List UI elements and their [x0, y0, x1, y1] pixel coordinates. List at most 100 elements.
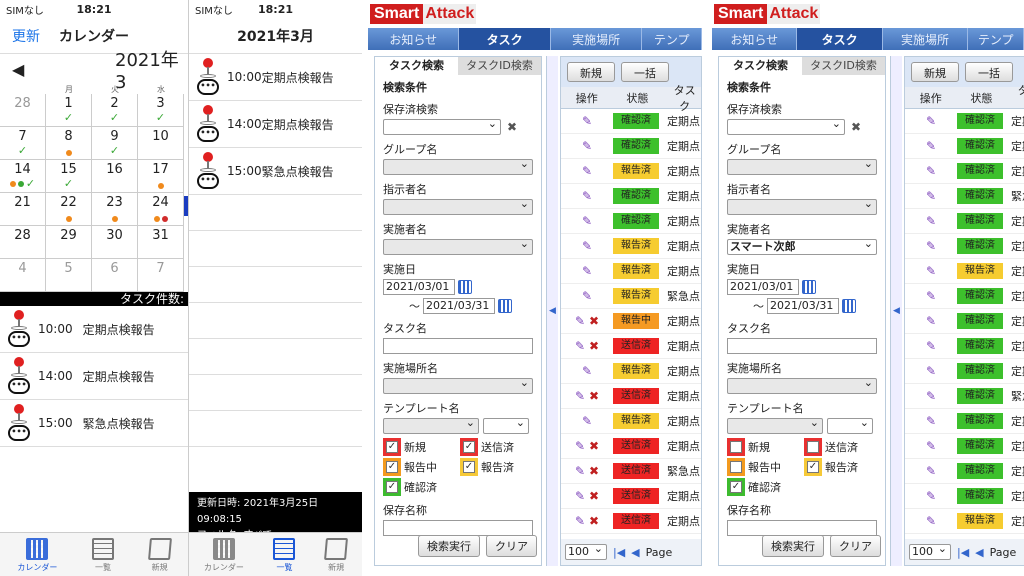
table-row[interactable]: ✎ 報告済 定期点 — [561, 409, 701, 434]
place-select[interactable] — [383, 376, 533, 394]
table-row[interactable]: ✎ 報告済 定期点 — [561, 259, 701, 284]
edit-icon[interactable]: ✎ — [582, 164, 592, 178]
status-checkbox[interactable]: ✓ 報告済 — [804, 458, 877, 476]
task-name-input[interactable] — [383, 338, 533, 354]
edit-icon[interactable]: ✎ — [582, 289, 592, 303]
status-checkbox[interactable]: ✓ 送信済 — [460, 438, 533, 456]
template-select[interactable] — [727, 416, 823, 434]
calendar-day[interactable]: 14 ✓ — [0, 160, 46, 193]
status-checkbox[interactable]: 報告中 — [727, 458, 800, 476]
edit-icon[interactable]: ✎ — [926, 389, 936, 403]
table-row[interactable]: ✎ 確認済定期 — [905, 159, 1024, 184]
tab-new[interactable]: 新規 — [324, 538, 349, 573]
first-page-icon[interactable]: |◀ — [613, 546, 625, 559]
table-row[interactable]: ✎ 確認済定期 — [905, 284, 1024, 309]
task-row[interactable]: ••• 14:00 定期点検報告 — [189, 101, 362, 148]
table-row[interactable]: ✎ 確認済緊急 — [905, 384, 1024, 409]
template-select[interactable] — [383, 416, 479, 434]
bulk-button[interactable]: 一括 — [965, 62, 1013, 82]
page-size-select[interactable]: 100 — [909, 542, 951, 560]
edit-icon[interactable]: ✎ — [926, 339, 936, 353]
edit-icon[interactable]: ✎ — [926, 464, 936, 478]
table-row[interactable]: ✎ 報告済 緊急点 — [561, 284, 701, 309]
task-row[interactable]: ••• 15:00 緊急点検報告 — [189, 148, 362, 195]
menu-task[interactable]: タスク — [797, 28, 883, 50]
table-row[interactable]: ✎ 報告済定期 — [905, 259, 1024, 284]
instructor-select[interactable] — [727, 197, 877, 215]
first-page-icon[interactable]: |◀ — [957, 546, 969, 559]
edit-icon[interactable]: ✎ — [582, 139, 592, 153]
tab-list[interactable]: 一覧 — [273, 538, 296, 573]
tab-new[interactable]: 新規 — [147, 538, 172, 573]
clear-button[interactable]: クリア — [830, 535, 881, 557]
edit-icon[interactable]: ✎ — [575, 314, 585, 328]
template-version-select[interactable] — [827, 416, 873, 434]
table-row[interactable]: ✎ 確認済 定期点 — [561, 209, 701, 234]
edit-icon[interactable]: ✎ — [926, 514, 936, 528]
edit-icon[interactable]: ✎ — [926, 114, 936, 128]
table-row[interactable]: ✎ 確認済定期 — [905, 109, 1024, 134]
saved-search-select[interactable] — [727, 117, 845, 135]
edit-icon[interactable]: ✎ — [926, 489, 936, 503]
table-row[interactable]: ✎ 確認済定期 — [905, 134, 1024, 159]
table-row[interactable]: ✎ 確認済定期 — [905, 334, 1024, 359]
status-checkbox[interactable]: 新規 — [727, 438, 800, 456]
edit-icon[interactable]: ✎ — [926, 139, 936, 153]
tab-calendar[interactable]: カレンダー — [17, 538, 57, 573]
task-row[interactable]: ••• 10:00 定期点検報告 — [0, 306, 188, 353]
bulk-button[interactable]: 一括 — [621, 62, 669, 82]
menu-notice[interactable]: お知らせ — [368, 28, 460, 50]
group-select[interactable] — [383, 157, 533, 175]
status-checkbox[interactable]: ✓ 確認済 — [383, 478, 456, 496]
calendar-day[interactable]: 22 — [46, 193, 92, 226]
executor-select[interactable] — [383, 237, 533, 255]
table-row[interactable]: ✎ ✖ 送信済 緊急点 — [561, 459, 701, 484]
calendar-day[interactable]: 23 — [92, 193, 138, 226]
delete-icon[interactable]: ✖ — [589, 389, 599, 403]
calendar-day[interactable]: 4 — [0, 259, 46, 292]
tab-id-search[interactable]: タスクID検索 — [458, 57, 541, 75]
calendar-day[interactable]: 7 — [138, 259, 184, 292]
clear-button[interactable]: クリア — [486, 535, 537, 557]
edit-icon[interactable]: ✎ — [582, 189, 592, 203]
edit-icon[interactable]: ✎ — [582, 239, 592, 253]
save-name-input[interactable] — [727, 520, 877, 536]
delete-icon[interactable]: ✖ — [589, 314, 599, 328]
edit-icon[interactable]: ✎ — [926, 239, 936, 253]
status-checkbox[interactable]: ✓ 新規 — [383, 438, 456, 456]
table-row[interactable]: ✎ 確認済 定期点 — [561, 134, 701, 159]
date-to-input[interactable]: 2021/03/31 — [423, 298, 495, 314]
task-name-input[interactable] — [727, 338, 877, 354]
menu-task[interactable]: タスク — [459, 28, 551, 50]
search-button[interactable]: 検索実行 — [762, 535, 824, 557]
tab-list[interactable]: 一覧 — [91, 538, 114, 573]
collapse-icon[interactable]: ◀ — [890, 56, 902, 566]
delete-icon[interactable]: ✖ — [589, 464, 599, 478]
table-row[interactable]: ✎ 確認済定期 — [905, 434, 1024, 459]
menu-notice[interactable]: お知らせ — [712, 28, 798, 50]
edit-icon[interactable]: ✎ — [575, 464, 585, 478]
table-row[interactable]: ✎ ✖ 送信済 定期点 — [561, 434, 701, 459]
table-row[interactable]: ✎ ✖ 送信済 定期点 — [561, 334, 701, 359]
calendar-day[interactable]: 6 — [92, 259, 138, 292]
calendar-day[interactable]: 3 ✓ — [138, 94, 184, 127]
delete-icon[interactable]: ✖ — [589, 489, 599, 503]
table-row[interactable]: ✎ 確認済緊急 — [905, 184, 1024, 209]
calendar-day[interactable]: 2 ✓ — [92, 94, 138, 127]
table-row[interactable]: ✎ 確認済定期 — [905, 459, 1024, 484]
template-version-select[interactable] — [483, 416, 529, 434]
edit-icon[interactable]: ✎ — [575, 439, 585, 453]
calendar-day[interactable]: 5 — [46, 259, 92, 292]
status-checkbox[interactable]: 送信済 — [804, 438, 877, 456]
edit-icon[interactable]: ✎ — [926, 264, 936, 278]
delete-icon[interactable]: ✖ — [589, 514, 599, 528]
tab-calendar[interactable]: カレンダー — [204, 538, 244, 573]
menu-template[interactable]: テンプ — [968, 28, 1024, 50]
table-row[interactable]: ✎ 報告済定期 — [905, 509, 1024, 534]
delete-icon[interactable]: ✖ — [851, 120, 861, 134]
task-row[interactable]: ••• 14:00 定期点検報告 — [0, 353, 188, 400]
collapse-icon[interactable]: ◀ — [546, 56, 558, 566]
tab-id-search[interactable]: タスクID検索 — [802, 57, 885, 75]
calendar-day[interactable]: 1 ✓ — [46, 94, 92, 127]
table-row[interactable]: ✎ 確認済定期 — [905, 484, 1024, 509]
